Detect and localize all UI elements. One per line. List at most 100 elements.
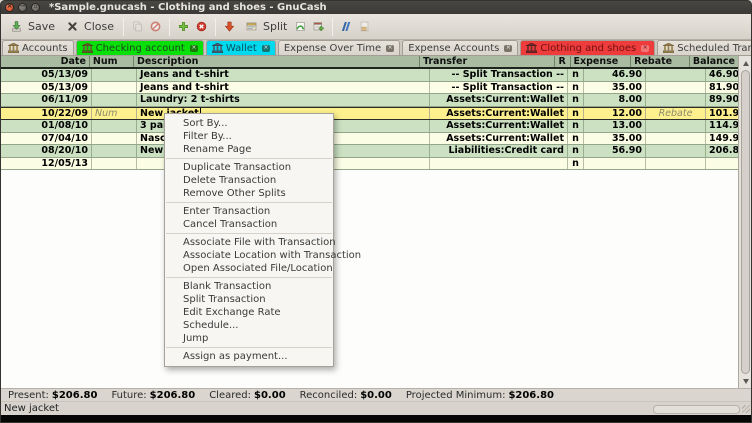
- blank-transaction-icon[interactable]: [221, 18, 238, 35]
- cell-reconcile: n: [568, 120, 584, 132]
- transaction-register: Date Num Description Transfer R Expense …: [0, 56, 738, 170]
- toolbar-separator: [169, 18, 170, 36]
- table-row[interactable]: 05/13/09 Jeans and t-shirt -- Split Tran…: [0, 69, 738, 82]
- table-row[interactable]: 01/08/10 3 pairs of socks Assets:Current…: [0, 120, 738, 133]
- cell-reconcile: n: [568, 158, 584, 170]
- progress-bar: [653, 405, 740, 414]
- menu-item-rename-page[interactable]: Rename Page: [165, 143, 333, 156]
- menu-item-filter-by[interactable]: Filter By...: [165, 130, 333, 143]
- tab-wallet[interactable]: Wallet: [206, 40, 276, 55]
- copy-icon[interactable]: [129, 18, 146, 35]
- split-button[interactable]: Split: [239, 16, 291, 37]
- menu-item-delete-transaction[interactable]: Delete Transaction: [165, 174, 333, 187]
- menu-item-associate-location[interactable]: Associate Location with Transaction: [165, 249, 333, 262]
- toolbar-separator: [215, 18, 216, 36]
- cell-balance: 206.80: [706, 145, 738, 157]
- column-header-rebate[interactable]: Rebate: [631, 56, 690, 67]
- table-row-blank[interactable]: 12/05/13 n: [0, 158, 738, 171]
- column-header-expense[interactable]: Expense: [571, 56, 632, 67]
- cell-num-placeholder[interactable]: Num: [92, 108, 137, 120]
- cell-expense: 56.90: [584, 145, 646, 157]
- titlebar: *Sample.gnucash - Clothing and shoes - G…: [0, 0, 752, 14]
- summary-projected-minimum: Projected Minimum:$206.80: [406, 390, 554, 401]
- tab-label: Expense Over Time: [284, 43, 381, 54]
- menu-item-enter-transaction[interactable]: Enter Transaction: [165, 205, 333, 218]
- menu-item-sort-by[interactable]: Sort By...: [165, 117, 333, 130]
- tab-close-icon[interactable]: [641, 45, 649, 52]
- jump-icon[interactable]: [292, 18, 309, 35]
- cell-reconcile: n: [568, 69, 584, 81]
- transfer-icon[interactable]: [338, 18, 355, 35]
- table-row[interactable]: 07/04/10 Nascar hat Assets:Current:Walle…: [0, 133, 738, 146]
- tab-scheduled-transactions[interactable]: Scheduled Transactions: [657, 40, 752, 55]
- menu-separator: [166, 277, 332, 278]
- menu-item-cancel-transaction[interactable]: Cancel Transaction: [165, 218, 333, 231]
- cancel-icon[interactable]: [147, 18, 164, 35]
- cell-reconcile: n: [568, 82, 584, 94]
- column-header-num[interactable]: Num: [90, 56, 134, 67]
- tab-close-icon[interactable]: [190, 45, 198, 52]
- scrollbar-thumb[interactable]: [741, 70, 750, 374]
- cell-rebate-placeholder[interactable]: Rebate: [646, 108, 706, 120]
- cell-date: 07/04/10: [0, 133, 92, 145]
- tab-close-icon[interactable]: [504, 45, 512, 52]
- tab-expense-accounts[interactable]: Expense Accounts: [402, 40, 518, 55]
- tab-close-icon[interactable]: [262, 45, 270, 52]
- window-maximize-icon[interactable]: [31, 3, 40, 12]
- menu-item-blank-transaction[interactable]: Blank Transaction: [165, 280, 333, 293]
- menu-item-split-transaction[interactable]: Split Transaction: [165, 293, 333, 306]
- add-transaction-icon[interactable]: [175, 18, 192, 35]
- menu-item-jump[interactable]: Jump: [165, 332, 333, 345]
- window-close-icon[interactable]: [5, 3, 14, 12]
- cell-date: 01/08/10: [0, 120, 92, 132]
- summary-present: Present:$206.80: [8, 390, 97, 401]
- menu-item-assign-as-payment[interactable]: Assign as payment...: [165, 350, 333, 363]
- column-header-date[interactable]: Date: [0, 56, 90, 67]
- menu-item-schedule[interactable]: Schedule...: [165, 319, 333, 332]
- cell-transfer: Assets:Current:Wallet: [430, 120, 568, 132]
- assign-payment-icon[interactable]: [356, 18, 373, 35]
- window-title: *Sample.gnucash - Clothing and shoes - G…: [49, 2, 327, 13]
- schedule-icon[interactable]: [310, 18, 327, 35]
- tab-expense-over-time[interactable]: Expense Over Time: [278, 40, 400, 55]
- cell-num: [92, 82, 137, 94]
- cell-transfer: -- Split Transaction --: [430, 82, 568, 94]
- tab-close-icon[interactable]: [386, 45, 394, 52]
- cell-transfer: -- Split Transaction --: [430, 69, 568, 81]
- cell-reconcile: n: [568, 94, 584, 106]
- delete-transaction-icon[interactable]: [193, 18, 210, 35]
- summary-label: Present:: [8, 390, 49, 401]
- table-row-selected[interactable]: 10/22/09 Num New jacket Assets:Current:W…: [0, 107, 738, 121]
- toolbar-separator: [332, 18, 333, 36]
- menu-item-associate-file[interactable]: Associate File with Transaction: [165, 236, 333, 249]
- tab-clothing-and-shoes[interactable]: Clothing and shoes: [520, 40, 655, 55]
- table-row[interactable]: 08/20/10 New shoes Liabilities:Credit ca…: [0, 145, 738, 158]
- cell-expense: [584, 158, 646, 170]
- cell-date: 08/20/10: [0, 145, 92, 157]
- menu-item-edit-exchange-rate[interactable]: Edit Exchange Rate: [165, 306, 333, 319]
- menu-separator: [166, 202, 332, 203]
- close-button[interactable]: Close: [60, 16, 118, 37]
- resize-grip[interactable]: [742, 405, 750, 413]
- scroll-up-icon[interactable]: [739, 57, 752, 69]
- tab-checking-account[interactable]: Checking account: [76, 40, 204, 55]
- cell-expense: 13.00: [584, 120, 646, 132]
- menu-item-remove-other-splits[interactable]: Remove Other Splits: [165, 187, 333, 200]
- tab-accounts[interactable]: Accounts: [2, 40, 74, 55]
- column-header-reconcile[interactable]: R: [555, 56, 571, 67]
- save-button[interactable]: Save: [4, 16, 59, 37]
- cell-rebate: [646, 82, 706, 94]
- vertical-scrollbar[interactable]: [738, 56, 752, 388]
- cell-transfer: Assets:Current:Wallet: [430, 108, 568, 120]
- scroll-down-icon[interactable]: [739, 375, 752, 387]
- cell-num: [92, 94, 137, 106]
- menu-item-duplicate-transaction[interactable]: Duplicate Transaction: [165, 161, 333, 174]
- column-header-description[interactable]: Description: [134, 56, 420, 67]
- column-header-transfer[interactable]: Transfer: [420, 56, 555, 67]
- window-minimize-icon[interactable]: [18, 3, 27, 12]
- table-row[interactable]: 06/11/09 Laundry: 2 t-shirts Assets:Curr…: [0, 94, 738, 107]
- menu-separator: [166, 233, 332, 234]
- menu-item-open-associated[interactable]: Open Associated File/Location: [165, 262, 333, 275]
- table-row[interactable]: 05/13/09 Jeans and t-shirt -- Split Tran…: [0, 82, 738, 95]
- column-header-balance[interactable]: Balance: [690, 56, 738, 67]
